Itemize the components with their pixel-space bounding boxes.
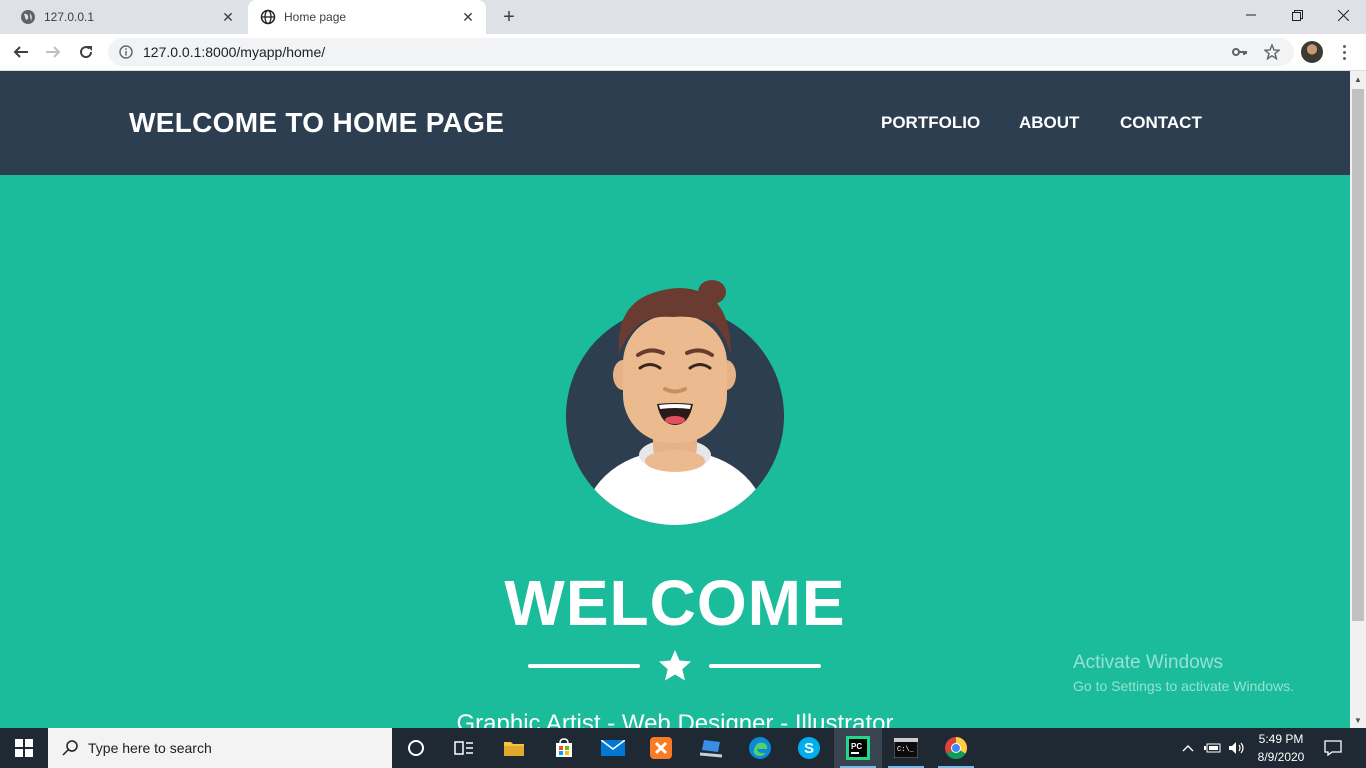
start-button[interactable] — [0, 728, 48, 768]
tab-strip: 127.0.0.1 ✕ Home page ✕ + — [0, 0, 1366, 34]
scroll-down-icon[interactable]: ▼ — [1350, 712, 1366, 728]
search-placeholder: Type here to search — [88, 740, 212, 756]
divider-line-right — [709, 664, 821, 668]
minimize-icon — [1246, 14, 1256, 16]
volume-icon[interactable] — [1226, 728, 1248, 768]
tab-label: Home page — [284, 10, 347, 24]
clock-date: 8/9/2020 — [1257, 750, 1305, 764]
forward-button[interactable] — [40, 39, 66, 65]
notification-icon[interactable] — [1320, 728, 1346, 768]
close-icon — [1337, 9, 1349, 21]
close-window-button[interactable] — [1320, 0, 1366, 30]
star-divider — [528, 647, 822, 687]
battery-icon[interactable] — [1202, 728, 1224, 768]
url-text: 127.0.0.1:8000/myapp/home/ — [143, 44, 326, 60]
address-bar[interactable]: 127.0.0.1:8000/myapp/home/ — [108, 38, 1294, 66]
scroll-up-icon[interactable]: ▲ — [1350, 71, 1366, 87]
scrollbar-thumb[interactable] — [1352, 89, 1364, 621]
welcome-heading: WELCOME — [504, 567, 846, 639]
tab-home-page[interactable]: Home page ✕ — [248, 0, 486, 34]
globe-icon — [260, 9, 276, 25]
pycharm-icon[interactable]: PC — [834, 728, 882, 768]
back-arrow-icon — [13, 46, 28, 58]
minimize-button[interactable] — [1228, 0, 1274, 30]
taskbar-search-box[interactable]: Type here to search — [48, 728, 392, 768]
browser-toolbar: 127.0.0.1:8000/myapp/home/ — [0, 34, 1366, 71]
cortana-icon[interactable] — [392, 728, 440, 768]
laptop-icon[interactable] — [688, 728, 736, 768]
divider-line-left — [528, 664, 640, 668]
svg-text:PC: PC — [851, 742, 862, 751]
task-view-icon[interactable] — [440, 728, 488, 768]
info-icon[interactable] — [118, 44, 134, 60]
avatar-illustration — [566, 280, 784, 525]
taskbar-clock[interactable]: 5:49 PM 8/9/2020 — [1250, 730, 1312, 766]
windows-logo-icon — [15, 739, 33, 757]
reload-button[interactable] — [73, 39, 99, 65]
restore-button[interactable] — [1274, 0, 1320, 30]
nav-link-portfolio[interactable]: PORTFOLIO — [881, 113, 980, 133]
profile-avatar[interactable] — [1301, 41, 1323, 63]
bookmark-star-icon[interactable] — [1260, 38, 1284, 66]
star-icon — [659, 650, 691, 681]
svg-text:C:\_: C:\_ — [897, 746, 915, 754]
activate-windows-watermark: Activate Windows Go to Settings to activ… — [1073, 652, 1294, 694]
globe-gray-icon — [20, 9, 36, 25]
terminal-icon[interactable]: C:\_ — [882, 728, 930, 768]
edge-icon[interactable] — [736, 728, 784, 768]
skype-icon[interactable]: S — [785, 728, 833, 768]
new-tab-button[interactable]: + — [498, 6, 520, 28]
site-navbar: WELCOME TO HOME PAGE PORTFOLIO ABOUT CON… — [0, 71, 1350, 175]
restore-icon — [1291, 9, 1303, 21]
tab-127[interactable]: 127.0.0.1 ✕ — [8, 0, 246, 34]
key-icon[interactable] — [1228, 38, 1252, 66]
svg-text:S: S — [804, 740, 814, 757]
page-scrollbar[interactable]: ▲ ▼ — [1350, 71, 1366, 728]
activate-line-1: Activate Windows — [1073, 652, 1223, 673]
activate-line-2: Go to Settings to activate Windows. — [1073, 678, 1294, 694]
search-icon — [60, 740, 80, 756]
nav-link-about[interactable]: ABOUT — [1019, 113, 1079, 133]
forward-arrow-icon — [46, 46, 61, 58]
site-brand[interactable]: WELCOME TO HOME PAGE — [129, 107, 504, 139]
mail-icon[interactable] — [589, 728, 637, 768]
close-icon[interactable]: ✕ — [218, 7, 238, 27]
windows-taskbar: Type here to search S PC C:\_ 5:49 PM 8/… — [0, 728, 1366, 768]
chrome-icon[interactable] — [932, 728, 980, 768]
menu-kebab-icon[interactable] — [1334, 41, 1354, 63]
back-button[interactable] — [8, 39, 34, 65]
close-icon[interactable]: ✕ — [458, 7, 478, 27]
file-explorer-icon[interactable] — [490, 728, 538, 768]
tray-chevron-up-icon[interactable] — [1178, 728, 1198, 768]
masthead: WELCOME Graphic Artist - Web Designer - … — [0, 175, 1350, 737]
xampp-icon[interactable] — [637, 728, 685, 768]
tab-label: 127.0.0.1 — [44, 10, 95, 24]
reload-icon — [80, 46, 93, 59]
microsoft-store-icon[interactable] — [540, 728, 588, 768]
nav-link-contact[interactable]: CONTACT — [1120, 113, 1202, 133]
clock-time: 5:49 PM — [1258, 732, 1304, 746]
